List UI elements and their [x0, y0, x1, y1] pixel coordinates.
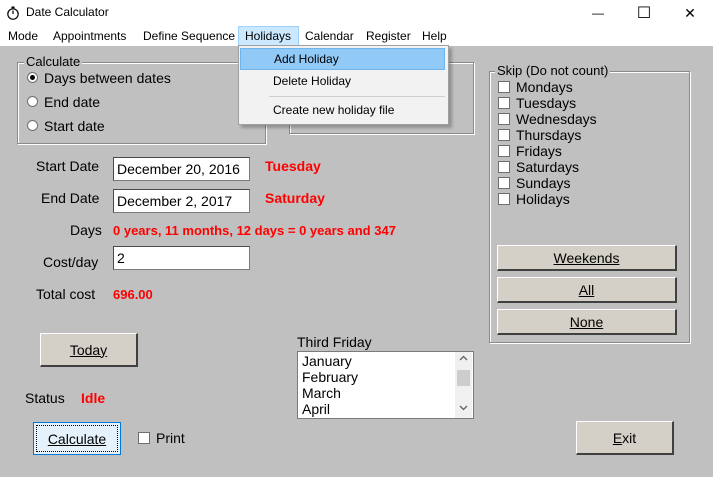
checkbox-thursdays-label[interactable]: Thursdays	[516, 127, 581, 143]
calculate-legend: Calculate	[24, 54, 83, 69]
checkbox-mondays-label[interactable]: Mondays	[516, 79, 573, 95]
menu-calendar[interactable]: Calendar	[299, 26, 360, 46]
menu-create-holiday-file[interactable]: Create new holiday file	[240, 99, 445, 121]
status-value: Idle	[81, 390, 106, 406]
calculate-button[interactable]: Calculate	[33, 422, 121, 455]
scroll-thumb[interactable]	[457, 370, 470, 386]
start-date-label: Start Date	[36, 158, 100, 174]
radio-start-date-label[interactable]: Start date	[44, 118, 105, 134]
calculate-button-label: Calculate	[47, 430, 107, 447]
total-cost-value: 696.00	[113, 287, 153, 302]
close-icon: ✕	[684, 4, 696, 21]
window-title: Date Calculator	[26, 5, 109, 19]
days-value: 0 years, 11 months, 12 days = 0 years an…	[113, 223, 396, 238]
checkbox-sundays-label[interactable]: Sundays	[516, 175, 570, 191]
radio-end-date[interactable]	[27, 96, 38, 107]
total-cost-label: Total cost	[36, 286, 96, 302]
list-item[interactable]: February	[302, 369, 358, 385]
menu-delete-holiday[interactable]: Delete Holiday	[240, 70, 445, 92]
list-item[interactable]: January	[302, 353, 352, 369]
third-friday-label: Third Friday	[297, 334, 372, 350]
checkbox-wednesdays-label[interactable]: Wednesdays	[516, 111, 597, 127]
menu-separator	[269, 96, 445, 97]
radio-days-between[interactable]	[27, 72, 38, 83]
end-day-value: Saturday	[265, 190, 325, 206]
exit-button-label: Exit	[612, 429, 637, 446]
radio-start-date[interactable]	[27, 120, 38, 131]
today-button-label: Today	[69, 341, 108, 358]
end-date-label: End Date	[41, 190, 100, 206]
maximize-icon: ☐	[636, 5, 652, 22]
menu-register[interactable]: Register	[360, 26, 417, 46]
print-label[interactable]: Print	[156, 430, 185, 446]
days-label: Days	[70, 222, 102, 238]
list-item[interactable]: April	[302, 401, 330, 417]
checkbox-saturdays-label[interactable]: Saturdays	[516, 159, 579, 175]
checkbox-holidays[interactable]	[498, 193, 510, 205]
menu-add-holiday[interactable]: Add Holiday	[240, 48, 445, 70]
list-item[interactable]: March	[302, 385, 341, 401]
checkbox-holidays-label[interactable]: Holidays	[516, 191, 570, 207]
radio-days-between-label[interactable]: Days between dates	[44, 70, 171, 86]
checkbox-tuesdays-label[interactable]: Tuesdays	[516, 95, 576, 111]
scroll-down-icon[interactable]	[459, 405, 468, 411]
today-button[interactable]: Today	[40, 333, 138, 367]
checkbox-wednesdays[interactable]	[498, 113, 510, 125]
cost-input[interactable]: 2	[113, 246, 250, 270]
stopwatch-icon	[7, 6, 19, 20]
none-button[interactable]: None	[497, 309, 677, 335]
maximize-button[interactable]: ☐	[621, 0, 667, 26]
menu-define-sequence[interactable]: Define Sequence	[137, 26, 241, 46]
checkbox-thursdays[interactable]	[498, 129, 510, 141]
menu-holidays[interactable]: Holidays	[238, 26, 299, 46]
menu-help[interactable]: Help	[416, 26, 453, 46]
minimize-button[interactable]: —	[575, 0, 621, 26]
none-button-label: None	[569, 313, 604, 330]
third-friday-listbox[interactable]: January February March April	[297, 351, 474, 419]
menu-mode[interactable]: Mode	[2, 26, 44, 46]
checkbox-saturdays[interactable]	[498, 161, 510, 173]
all-button-label: All	[578, 281, 595, 298]
checkbox-sundays[interactable]	[498, 177, 510, 189]
weekends-button-label: Weekends	[553, 249, 620, 266]
minimize-icon: —	[592, 6, 604, 20]
menu-appointments[interactable]: Appointments	[47, 26, 132, 46]
status-label: Status	[25, 390, 65, 406]
cost-label: Cost/day	[43, 254, 99, 270]
scroll-up-icon[interactable]	[459, 355, 468, 361]
end-date-input[interactable]: December 2, 2017	[113, 189, 250, 213]
holidays-dropdown: Add Holiday Delete Holiday Create new ho…	[238, 45, 449, 125]
checkbox-mondays[interactable]	[498, 81, 510, 93]
checkbox-tuesdays[interactable]	[498, 97, 510, 109]
weekends-button[interactable]: Weekends	[497, 245, 677, 271]
radio-end-date-label[interactable]: End date	[44, 94, 100, 110]
checkbox-fridays-label[interactable]: Fridays	[516, 143, 562, 159]
start-date-input[interactable]: December 20, 2016	[113, 157, 250, 181]
skip-legend: Skip (Do not count)	[495, 63, 611, 78]
start-day-value: Tuesday	[265, 158, 321, 174]
exit-button[interactable]: Exit	[576, 421, 674, 455]
all-button[interactable]: All	[497, 277, 677, 303]
checkbox-fridays[interactable]	[498, 145, 510, 157]
print-checkbox[interactable]	[138, 432, 150, 444]
close-button[interactable]: ✕	[667, 0, 713, 26]
